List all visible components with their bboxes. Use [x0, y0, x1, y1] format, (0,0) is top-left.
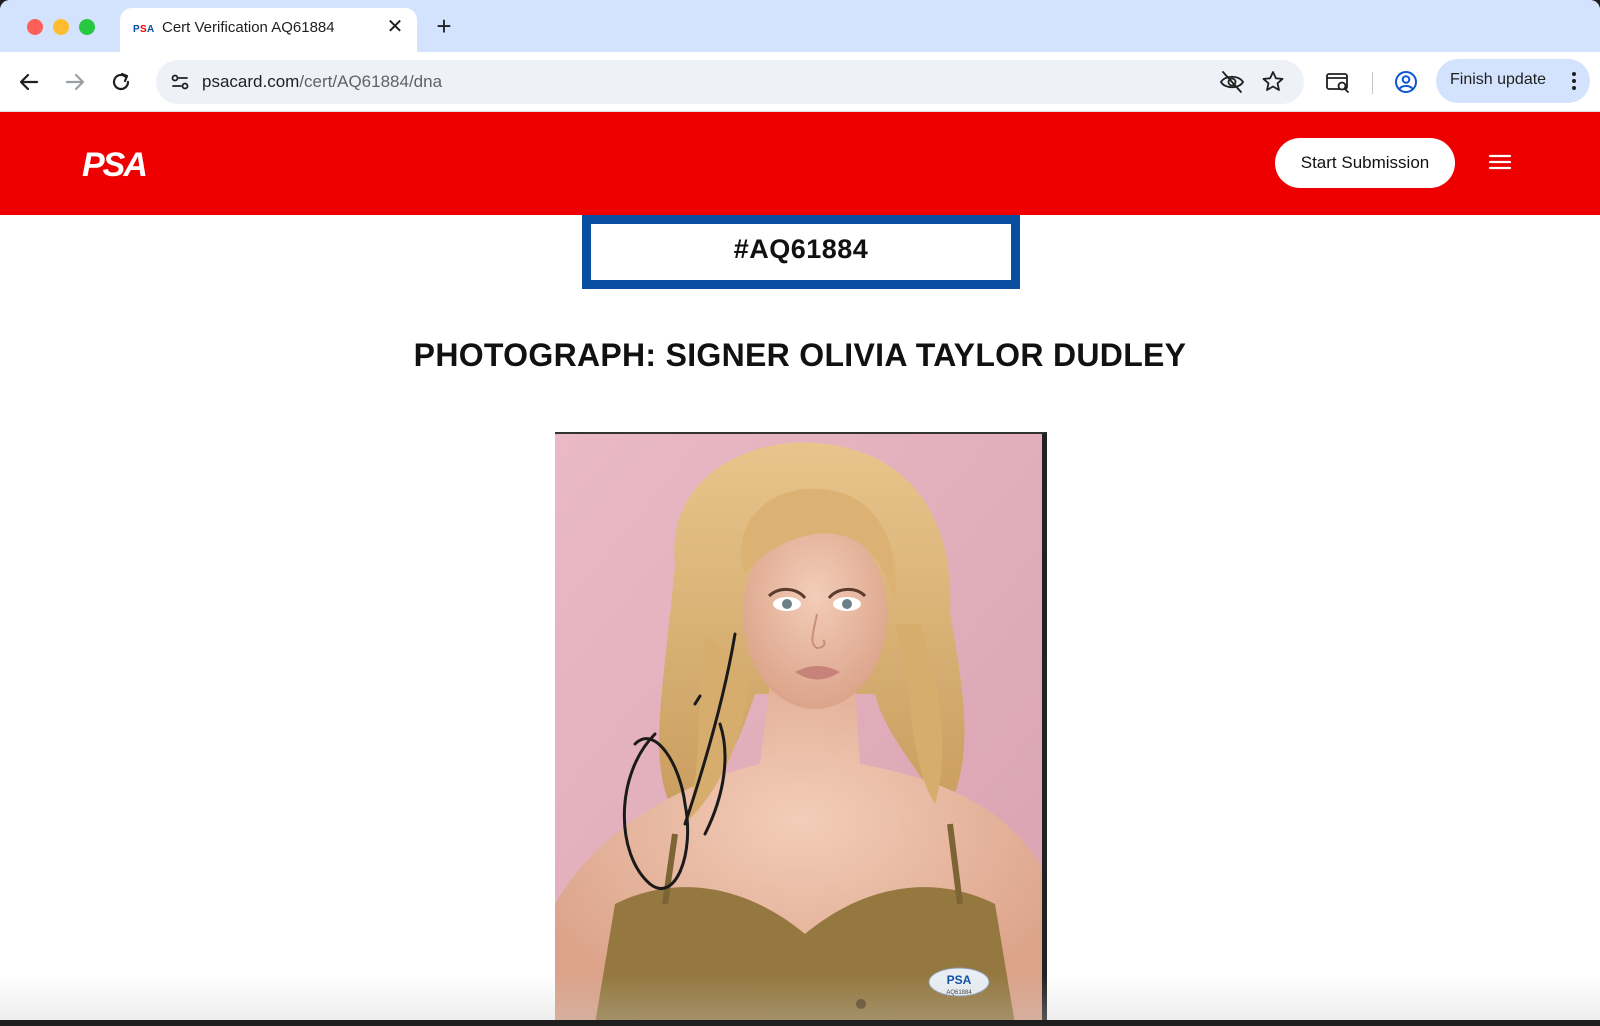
tab-title: Cert Verification AQ61884: [162, 19, 335, 36]
new-tab-button[interactable]: +: [430, 12, 458, 40]
toolbar-divider: [1372, 72, 1373, 94]
hamburger-menu-icon[interactable]: [1486, 148, 1514, 176]
close-window-button[interactable]: [27, 19, 43, 35]
back-arrow-icon[interactable]: [13, 66, 45, 98]
page-content: #AQ61884 PHOTOGRAPH: SIGNER OLIVIA TAYLO…: [0, 215, 1600, 1020]
reload-icon[interactable]: [105, 66, 137, 98]
photo-sticker-cert: AQ61884: [946, 990, 972, 996]
photo-illustration: PSA AQ61884: [555, 434, 1042, 1020]
more-menu-icon[interactable]: [1564, 67, 1584, 95]
tab-search-icon[interactable]: [1322, 66, 1354, 98]
site-info-icon[interactable]: [166, 68, 194, 96]
autographed-photo[interactable]: PSA AQ61884: [555, 432, 1047, 1020]
psa-logo[interactable]: PSA: [80, 146, 164, 182]
item-title: PHOTOGRAPH: SIGNER OLIVIA TAYLOR DUDLEY: [413, 337, 1187, 373]
address-bar[interactable]: psacard.com/cert/AQ61884/dna: [156, 60, 1304, 104]
psa-favicon-icon: P S A: [133, 24, 154, 35]
photo-sticker-logo: PSA: [947, 973, 972, 987]
eye-slash-icon[interactable]: [1218, 68, 1246, 96]
url-host: psacard.com: [202, 72, 300, 91]
close-tab-icon[interactable]: ✕: [382, 14, 408, 40]
minimize-window-button[interactable]: [53, 19, 69, 35]
cert-number-box: #AQ61884: [582, 215, 1020, 289]
tab-cert-verification[interactable]: P S A Cert Verification AQ61884 ✕: [120, 8, 417, 52]
finish-update-label: Finish update: [1450, 71, 1547, 88]
svg-text:A: A: [147, 24, 154, 35]
forward-arrow-icon[interactable]: [59, 66, 91, 98]
psa-logo-text: PSA: [82, 146, 146, 182]
profile-avatar-icon[interactable]: [1390, 66, 1422, 98]
url-path: /cert/AQ61884/dna: [299, 72, 443, 91]
maximize-window-button[interactable]: [79, 19, 95, 35]
browser-toolbar: psacard.com/cert/AQ61884/dna Finish upda…: [0, 52, 1600, 112]
bookmark-star-icon[interactable]: [1259, 68, 1287, 96]
url-text[interactable]: psacard.com/cert/AQ61884/dna: [202, 72, 442, 92]
site-header: PSA Start Submission: [0, 112, 1600, 215]
finish-update-button[interactable]: Finish update: [1436, 59, 1590, 103]
tab-strip: P S A Cert Verification AQ61884 ✕ +: [0, 0, 1600, 52]
start-submission-button[interactable]: Start Submission: [1275, 138, 1455, 188]
browser-window: P S A Cert Verification AQ61884 ✕ + psac…: [0, 0, 1600, 1020]
cert-number: #AQ61884: [733, 234, 869, 264]
svg-text:S: S: [140, 24, 147, 35]
svg-text:P: P: [133, 24, 140, 35]
